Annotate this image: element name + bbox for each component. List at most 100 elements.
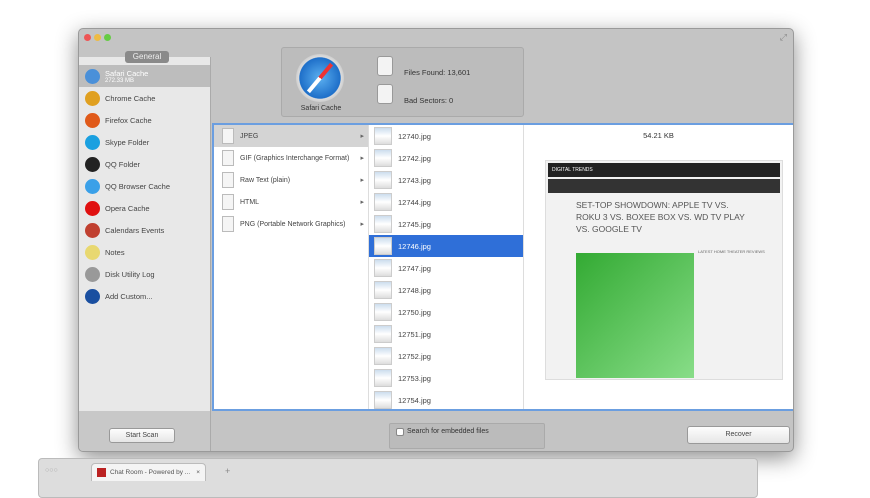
zoom-button[interactable]: [104, 34, 111, 41]
opera-icon: [85, 200, 100, 216]
thumbnail-icon: [374, 127, 392, 145]
file-item[interactable]: 12742.jpg: [369, 147, 523, 169]
file-type-label: HTML: [240, 198, 260, 206]
chevron-right-icon: ▸: [360, 155, 364, 162]
preview-sidebar-title: LATEST HOME THEATER REVIEWS: [698, 249, 765, 254]
file-name: 12746.jpg: [398, 241, 431, 251]
file-browser: JPEG ▸ GIF (Graphics Interchange Format) ▸ R…: [212, 123, 793, 411]
file-name: 12743.jpg: [398, 175, 431, 185]
background-browser-window[interactable]: ○○○ Chat Room - Powered by ... × +: [38, 458, 758, 498]
document-icon: [222, 172, 234, 188]
sidebar-item-label: Firefox Cache: [105, 115, 152, 125]
file-type-item[interactable]: GIF (Graphics Interchange Format) ▸: [214, 147, 368, 169]
sidebar-item[interactable]: Safari Cache 272.33 MB: [79, 65, 210, 87]
notes-icon: [85, 244, 100, 260]
file-type-label: PNG (Portable Network Graphics): [240, 220, 346, 228]
file-type-item[interactable]: PNG (Portable Network Graphics) ▸: [214, 213, 368, 235]
sidebar-item[interactable]: Opera Cache: [79, 197, 210, 219]
document-icon: [222, 150, 234, 166]
file-item[interactable]: 12750.jpg: [369, 301, 523, 323]
sidebar-item[interactable]: Firefox Cache: [79, 109, 210, 131]
skype-icon: [85, 134, 100, 150]
preview-headline: SET-TOP SHOWDOWN: APPLE TV VS. ROKU 3 VS…: [576, 200, 745, 234]
tab-general[interactable]: General: [125, 51, 169, 63]
file-item[interactable]: 12753.jpg: [369, 367, 523, 389]
type-column: JPEG ▸ GIF (Graphics Interchange Format) ▸ R…: [214, 125, 369, 409]
start-scan-button[interactable]: Start Scan: [109, 428, 175, 443]
sidebar-item-label: Skype Folder: [105, 137, 150, 147]
file-column[interactable]: 12740.jpg 12742.jpg 12743.jpg 12744.jpg 1274…: [369, 125, 524, 409]
file-name: 12745.jpg: [398, 219, 431, 229]
sidebar-item-label: Calendars Events: [105, 225, 165, 235]
qq-browser-icon: [85, 178, 100, 194]
file-icon: [377, 56, 393, 76]
thumbnail-icon: [374, 171, 392, 189]
file-item[interactable]: 12751.jpg: [369, 323, 523, 345]
sidebar-item-label: Notes: [105, 247, 125, 257]
tab-close-icon[interactable]: ×: [196, 469, 200, 476]
file-item[interactable]: 12748.jpg: [369, 279, 523, 301]
file-name: 12750.jpg: [398, 307, 431, 317]
new-tab-button[interactable]: +: [225, 466, 230, 476]
embedded-files-checkbox[interactable]: [396, 428, 404, 436]
bottom-bar: Start Scan Search for embedded files Rec…: [79, 411, 793, 451]
chevron-right-icon: ▸: [360, 133, 364, 140]
scan-summary: Safari Cache Files Found: 13,601 Bad Sec…: [281, 47, 524, 117]
file-name: 12744.jpg: [398, 197, 431, 207]
files-found: Files Found: 13,601: [404, 68, 471, 77]
file-size: 54.21 KB: [643, 131, 674, 140]
file-item[interactable]: 12740.jpg: [369, 125, 523, 147]
thumbnail-icon: [374, 259, 392, 277]
sidebar-item[interactable]: QQ Folder: [79, 153, 210, 175]
file-name: 12742.jpg: [398, 153, 431, 163]
file-type-label: Raw Text (plain): [240, 176, 291, 184]
thumbnail-icon: [374, 303, 392, 321]
sidebar-item-label: Opera Cache: [105, 203, 150, 213]
recover-button[interactable]: Recover: [687, 426, 790, 444]
file-type-item[interactable]: Raw Text (plain) ▸: [214, 169, 368, 191]
sidebar-item[interactable]: Add Custom...: [79, 285, 210, 307]
preview-photo: [576, 253, 694, 378]
file-type-item[interactable]: JPEG ▸: [214, 125, 368, 147]
fullscreen-icon[interactable]: ⤢: [780, 32, 787, 43]
thumbnail-icon: [374, 347, 392, 365]
close-button[interactable]: [84, 34, 91, 41]
app-window: ⤢ General Safari Cache 272.33 MB Chrome Ca…: [78, 28, 794, 452]
bad-sector-icon: [377, 84, 393, 104]
sidebar-item[interactable]: QQ Browser Cache: [79, 175, 210, 197]
qq-icon: [85, 156, 100, 172]
chrome-icon: [85, 90, 100, 106]
source-label: Safari Cache: [300, 105, 342, 112]
chevron-right-icon: ▸: [360, 177, 364, 184]
sidebar-item[interactable]: Chrome Cache: [79, 87, 210, 109]
sidebar-item-label: Safari Cache 272.33 MB: [105, 68, 149, 84]
firefox-icon: [85, 112, 100, 128]
file-item[interactable]: 12747.jpg: [369, 257, 523, 279]
sidebar-item[interactable]: Disk Utility Log: [79, 263, 210, 285]
thumbnail-icon: [374, 215, 392, 233]
file-name: 12754.jpg: [398, 395, 431, 405]
traffic-lights-icon[interactable]: ○○○: [45, 467, 58, 474]
minimize-button[interactable]: [94, 34, 101, 41]
file-item[interactable]: 12752.jpg: [369, 345, 523, 367]
sidebar-item[interactable]: Calendars Events: [79, 219, 210, 241]
file-item[interactable]: 12754.jpg: [369, 389, 523, 411]
file-name: 12748.jpg: [398, 285, 431, 295]
safari-icon: [85, 68, 100, 84]
file-type-item[interactable]: HTML ▸: [214, 191, 368, 213]
sidebar-item[interactable]: Notes: [79, 241, 210, 263]
chevron-right-icon: ▸: [360, 199, 364, 206]
embedded-files-option[interactable]: Search for embedded files: [389, 423, 545, 449]
disk-utility-icon: [85, 266, 100, 282]
document-icon: [222, 128, 234, 144]
file-item[interactable]: 12743.jpg: [369, 169, 523, 191]
preview-pane: 54.21 KB DIGITAL TRENDS SET-TOP SHOWDOWN…: [524, 125, 793, 409]
browser-tab[interactable]: Chat Room - Powered by ... ×: [91, 463, 206, 481]
sidebar-item[interactable]: Skype Folder: [79, 131, 210, 153]
file-item[interactable]: 12746.jpg: [369, 235, 523, 257]
file-item[interactable]: 12744.jpg: [369, 191, 523, 213]
help-icon: [85, 288, 100, 304]
file-name: 12753.jpg: [398, 373, 431, 383]
file-item[interactable]: 12745.jpg: [369, 213, 523, 235]
calendar-icon: [85, 222, 100, 238]
